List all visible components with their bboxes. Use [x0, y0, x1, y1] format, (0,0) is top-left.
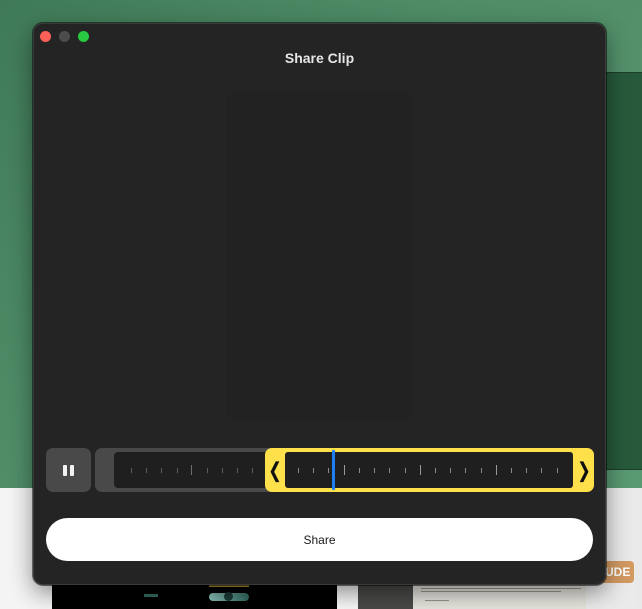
timeline-tick — [177, 468, 178, 473]
doc-line — [421, 588, 581, 589]
timeline-tick — [496, 465, 497, 475]
share-clip-window: Share Clip ❬ ❭ Share — [33, 23, 606, 585]
close-button[interactable] — [40, 31, 51, 42]
chevron-right-icon: ❭ — [575, 459, 593, 482]
background-thumbnail-dark — [52, 585, 337, 609]
trim-start-handle[interactable]: ❬ — [265, 448, 285, 492]
thumbnail-document-page — [413, 585, 586, 609]
timeline-tick — [161, 468, 162, 473]
background-thumbnail-document — [358, 585, 586, 609]
timeline-tick — [541, 468, 542, 473]
timeline-tick — [359, 468, 360, 473]
pause-icon — [63, 464, 74, 476]
timeline-tick — [146, 468, 147, 473]
timeline-tick — [298, 468, 299, 473]
timeline-tick — [557, 468, 558, 473]
timeline-tick — [328, 468, 329, 473]
timeline-tick — [435, 468, 436, 473]
timeline-tick — [526, 468, 527, 473]
pause-button[interactable] — [46, 448, 91, 492]
clip-preview — [226, 91, 413, 421]
timeline-tick — [389, 468, 390, 473]
trim-selection[interactable]: ❬ ❭ — [265, 448, 594, 492]
window-controls — [40, 31, 89, 42]
timeline-tick — [344, 465, 345, 475]
thumbnail-gold-bar — [209, 585, 249, 587]
doc-line — [425, 600, 449, 601]
playhead[interactable] — [332, 450, 335, 490]
background-window-panel — [600, 72, 642, 470]
timeline-tick — [450, 468, 451, 473]
thumbnail-label — [144, 594, 158, 597]
timeline-tick — [481, 468, 482, 473]
timeline-tick — [207, 468, 208, 473]
chevron-left-icon: ❬ — [266, 459, 284, 482]
zoom-button[interactable] — [78, 31, 89, 42]
timeline-tick — [374, 468, 375, 473]
share-button[interactable]: Share — [46, 518, 593, 561]
timeline-tick — [237, 468, 238, 473]
timeline-tick — [405, 468, 406, 473]
minimize-button[interactable] — [59, 31, 70, 42]
timeline-tick — [131, 468, 132, 473]
trim-end-handle[interactable]: ❭ — [574, 448, 594, 492]
thumbnail-toggle-knob — [224, 592, 233, 601]
timeline-tick — [191, 465, 192, 475]
window-title: Share Clip — [284, 50, 355, 66]
timeline-tick — [313, 468, 314, 473]
doc-line — [421, 591, 561, 592]
timeline-tick — [511, 468, 512, 473]
selected-range-track — [285, 452, 573, 488]
timeline-tick — [222, 468, 223, 473]
timeline-tick — [465, 468, 466, 473]
timeline-tick — [420, 465, 421, 475]
timeline-tick — [252, 468, 253, 473]
